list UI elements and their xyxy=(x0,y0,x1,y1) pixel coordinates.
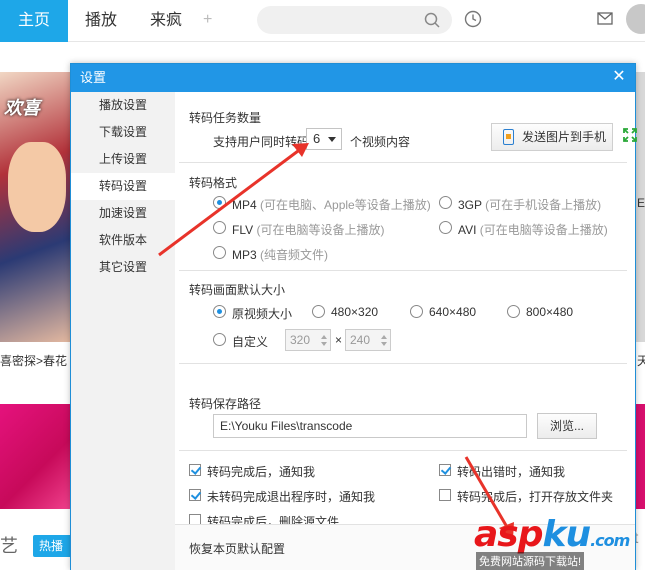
watermark-text: aspku.com xyxy=(474,514,630,555)
watermark-logo: aspku.com 免费网站源码下载站! xyxy=(470,512,645,570)
watermark-part: ku xyxy=(542,514,592,555)
watermark-part: asp xyxy=(474,514,543,555)
watermark-subtitle: 免费网站源码下载站! xyxy=(476,552,585,570)
watermark-part: .com xyxy=(590,531,630,550)
arrow-to-task-count xyxy=(158,149,299,257)
annotation-arrows xyxy=(158,143,514,539)
